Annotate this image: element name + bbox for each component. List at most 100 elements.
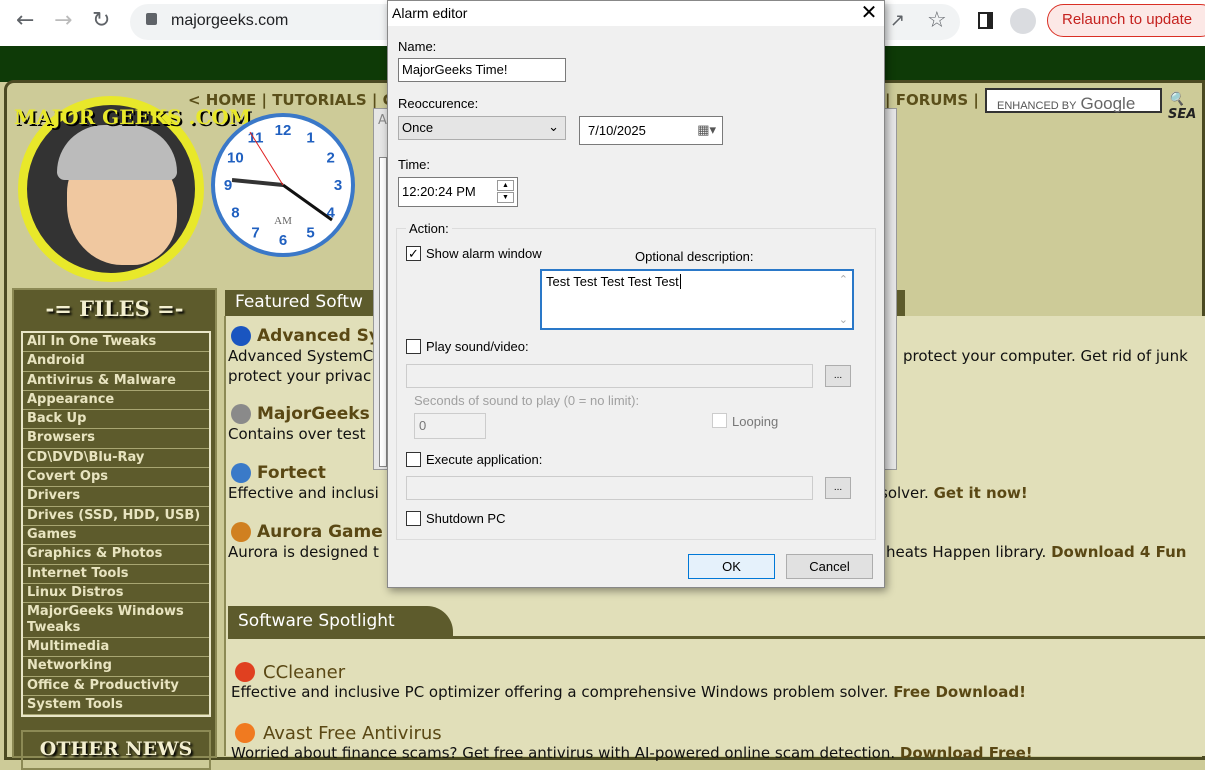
featured-software-title[interactable]: Fortect xyxy=(257,463,326,483)
forums-link[interactable]: | FORUMS | xyxy=(885,91,979,109)
featured-software-desc-right: heats Happen library. Download 4 Fun xyxy=(886,543,1186,561)
sidebar-category-link[interactable]: Appearance xyxy=(23,390,209,411)
sidebar-category-link[interactable]: System Tools xyxy=(23,696,209,716)
featured-software-desc-right: protect your computer. Get rid of junk xyxy=(903,347,1188,365)
scroll-down-icon[interactable]: ⌄ xyxy=(839,313,848,326)
lock-icon xyxy=(146,13,157,25)
sidebar-category-link[interactable]: Graphics & Photos xyxy=(23,545,209,565)
back-icon[interactable]: ← xyxy=(16,8,34,34)
relaunch-button[interactable]: Relaunch to update xyxy=(1047,4,1205,37)
sidebar-category-link[interactable]: Multimedia xyxy=(23,638,209,658)
featured-software-title[interactable]: Aurora Game xyxy=(257,522,383,542)
cancel-button[interactable]: Cancel xyxy=(786,554,873,579)
sidebar-category-link[interactable]: Office & Productivity xyxy=(23,676,209,697)
sidebar-category-link[interactable]: Networking xyxy=(23,657,209,677)
browse-sound-button[interactable]: ... xyxy=(825,365,851,387)
profile-avatar[interactable] xyxy=(1010,8,1036,34)
sidebar-category-link[interactable]: Back Up xyxy=(23,410,209,430)
google-brand: Google xyxy=(1080,94,1136,113)
download-link[interactable]: Get it now! xyxy=(934,484,1028,502)
execute-app-label: Execute application: xyxy=(426,452,543,467)
clock-number: 6 xyxy=(279,232,287,249)
description-value: Test Test Test Test Test xyxy=(546,274,679,289)
clock-number: 1 xyxy=(306,129,314,146)
seconds-input[interactable]: 0 xyxy=(414,413,486,439)
alarm-editor-dialog: Alarm editor ✕ Name: MajorGeeks Time! Re… xyxy=(387,0,885,588)
spin-down-icon[interactable]: ▼ xyxy=(497,192,514,203)
download-link[interactable]: Free Download! xyxy=(893,683,1026,701)
seconds-label: Seconds of sound to play (0 = no limit): xyxy=(414,393,640,408)
side-panel-icon[interactable] xyxy=(978,12,993,29)
description-textarea[interactable]: Test Test Test Test Test ⌃ ⌄ xyxy=(540,269,854,330)
download-link[interactable]: Download Free! xyxy=(900,744,1033,762)
google-search-input[interactable]: ENHANCED BY Google xyxy=(985,88,1162,113)
time-input[interactable]: 12:20:24 PM ▲ ▼ xyxy=(398,177,518,207)
ok-button[interactable]: OK xyxy=(688,554,775,579)
top-nav-links[interactable]: < HOME | TUTORIALS | C xyxy=(188,91,394,109)
show-alarm-label: Show alarm window xyxy=(426,246,542,261)
looping-label: Looping xyxy=(732,414,779,429)
dialog-title: Alarm editor xyxy=(388,1,884,26)
date-picker[interactable]: 7/10/2025 ▦▾ xyxy=(579,116,723,145)
calendar-icon[interactable]: ▦▾ xyxy=(697,122,716,138)
sidebar-category-link[interactable]: CD\DVD\Blu-Ray xyxy=(23,448,209,469)
featured-software-title[interactable]: Advanced Sys xyxy=(257,326,390,346)
sidebar-category-link[interactable]: Android xyxy=(23,352,209,372)
sidebar-category-link[interactable]: Covert Ops xyxy=(23,468,209,488)
featured-software-desc: Contains over test xyxy=(228,425,366,443)
sidebar-category-link[interactable]: Games xyxy=(23,525,209,546)
forward-icon[interactable]: → xyxy=(54,8,72,34)
play-sound-checkbox[interactable] xyxy=(406,339,421,354)
clock-number: 10 xyxy=(227,150,244,167)
clock-number: 3 xyxy=(334,177,342,194)
reload-icon[interactable]: ↻ xyxy=(92,8,110,34)
background-window-title: A xyxy=(378,113,387,128)
recurrence-select[interactable]: Once ⌄ xyxy=(398,116,566,140)
sidebar-category-link[interactable]: Internet Tools xyxy=(23,564,209,584)
recurrence-value: Once xyxy=(402,120,434,135)
featured-software-desc: Advanced SystemC xyxy=(228,347,374,365)
other-news-heading: OTHER NEWS xyxy=(21,730,211,770)
sidebar-category-link[interactable]: Browsers xyxy=(23,429,209,449)
clock-number: 9 xyxy=(224,177,232,194)
name-input[interactable]: MajorGeeks Time! xyxy=(398,58,566,82)
chevron-down-icon: ⌄ xyxy=(548,119,559,134)
desc-text: solver. xyxy=(880,484,929,502)
software-icon xyxy=(231,404,251,424)
search-button[interactable]: 🔍SEA xyxy=(1168,92,1205,122)
spotlight-software-title[interactable]: Avast Free Antivirus xyxy=(263,723,442,744)
browse-app-button[interactable]: ... xyxy=(825,477,851,499)
name-label: Name: xyxy=(398,39,437,54)
files-heading: -= FILES =- xyxy=(45,296,184,321)
looping-checkbox[interactable] xyxy=(712,413,727,428)
sidebar-category-link[interactable]: Drives (SSD, HDD, USB) xyxy=(23,506,209,526)
execute-app-checkbox[interactable] xyxy=(406,452,421,467)
shutdown-checkbox[interactable] xyxy=(406,511,421,526)
sound-file-input[interactable] xyxy=(406,364,813,388)
shutdown-label: Shutdown PC xyxy=(426,511,506,526)
featured-software-desc: protect your privac xyxy=(228,367,372,385)
software-icon xyxy=(231,463,251,483)
sidebar-category-link[interactable]: MajorGeeks Windows Tweaks xyxy=(23,603,209,639)
analog-clock: 12 1234567891011 AM xyxy=(211,113,355,257)
sidebar-category-link[interactable]: Linux Distros xyxy=(23,583,209,604)
close-icon[interactable]: ✕ xyxy=(854,1,884,26)
application-path-input[interactable] xyxy=(406,476,813,500)
featured-software-desc: Effective and inclusi xyxy=(228,484,379,502)
featured-software-desc-right: solver. Get it now! xyxy=(880,484,1028,502)
show-alarm-checkbox[interactable]: ✓ xyxy=(406,246,421,261)
featured-software-title[interactable]: MajorGeeks xyxy=(257,404,370,424)
download-link[interactable]: Download 4 Fun xyxy=(1051,543,1186,561)
spotlight-software-title[interactable]: CCleaner xyxy=(263,662,345,683)
scroll-up-icon[interactable]: ⌃ xyxy=(839,273,848,286)
sidebar-category-link[interactable]: Drivers xyxy=(23,487,209,507)
date-value: 7/10/2025 xyxy=(588,123,646,138)
desc-text: heats Happen library. xyxy=(886,543,1047,561)
share-icon[interactable]: ↗ xyxy=(890,8,905,34)
spin-up-icon[interactable]: ▲ xyxy=(497,180,514,191)
sidebar-category-link[interactable]: All In One Tweaks xyxy=(23,333,209,353)
clock-number: 11 xyxy=(248,129,264,146)
clock-number: 8 xyxy=(231,205,239,222)
bookmark-star-icon[interactable]: ☆ xyxy=(927,8,947,34)
sidebar-category-link[interactable]: Antivirus & Malware xyxy=(23,371,209,391)
